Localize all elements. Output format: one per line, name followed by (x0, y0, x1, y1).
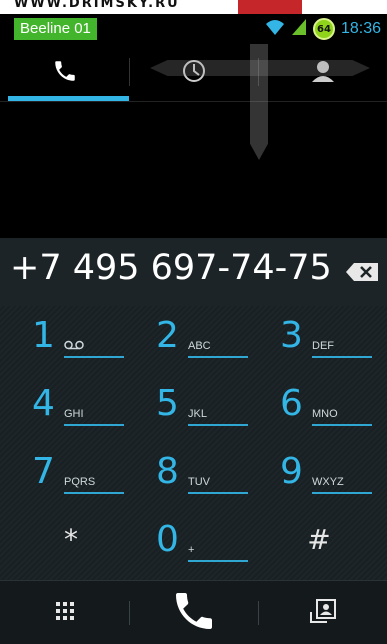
key-underline (312, 424, 372, 426)
key-underline (188, 424, 248, 426)
key-5[interactable]: 5 JKL (136, 374, 254, 438)
watermark-band: WWW.DRIMSKY.RU (0, 0, 387, 14)
key-letters: PQRS (64, 476, 96, 488)
watermark-text: WWW.DRIMSKY.RU (14, 0, 180, 11)
number-display: +7 495 697-74-75 (0, 238, 387, 306)
key-1[interactable]: 1 (12, 306, 130, 370)
key-2[interactable]: 2 ABC (136, 306, 254, 370)
dialpad-button[interactable] (0, 581, 129, 644)
key-letters: GHI (64, 408, 84, 420)
watermark-red-block (238, 0, 302, 14)
key-digit: 6 (280, 383, 303, 424)
key-hash[interactable]: # (260, 510, 378, 574)
key-star[interactable]: * (12, 510, 130, 574)
wifi-icon (265, 18, 285, 40)
add-contact-icon (309, 598, 337, 628)
key-underline (64, 424, 124, 426)
key-underline (188, 492, 248, 494)
watermark-cross-vertical (250, 44, 268, 160)
phone-call-icon (170, 587, 218, 639)
dial-keypad: 1 2 ABC 3 DEF 4 GHI 5 JKL 6 MNO 7 PQRS 8… (0, 306, 387, 580)
carrier-badge: Beeline 01 (14, 18, 97, 40)
key-digit: 4 (32, 383, 55, 424)
key-digit: 5 (156, 383, 179, 424)
tab-phone[interactable] (0, 44, 129, 101)
key-0[interactable]: 0 + (136, 510, 254, 574)
key-underline (188, 560, 248, 562)
dialed-number[interactable]: +7 495 697-74-75 (10, 248, 332, 288)
key-letters: TUV (188, 476, 210, 488)
action-bar (0, 580, 387, 644)
status-bar: Beeline 01 64 18:36 (0, 14, 387, 44)
dialpad-icon (55, 601, 75, 625)
key-digit: 2 (156, 315, 179, 356)
phone-icon (52, 58, 78, 88)
key-letters: JKL (188, 408, 207, 420)
key-digit: 3 (280, 315, 303, 356)
key-digit: 9 (280, 451, 303, 492)
key-letters: + (188, 544, 195, 556)
key-symbol: * (64, 523, 78, 556)
key-symbol: # (307, 523, 331, 556)
battery-icon: 64 (312, 18, 335, 40)
key-digit: 8 (156, 451, 179, 492)
call-button[interactable] (129, 581, 258, 644)
key-8[interactable]: 8 TUV (136, 442, 254, 506)
key-9[interactable]: 9 WXYZ (260, 442, 378, 506)
key-digit: 1 (32, 315, 55, 356)
key-6[interactable]: 6 MNO (260, 374, 378, 438)
key-4[interactable]: 4 GHI (12, 374, 130, 438)
key-letters: MNO (312, 408, 338, 420)
key-letters: WXYZ (312, 476, 344, 488)
backspace-icon[interactable] (345, 262, 379, 286)
key-underline (312, 356, 372, 358)
key-3[interactable]: 3 DEF (260, 306, 378, 370)
add-contact-button[interactable] (258, 581, 387, 644)
key-underline (64, 356, 124, 358)
status-icons: 64 18:36 (265, 18, 381, 40)
key-underline (64, 492, 124, 494)
key-digit: 0 (156, 519, 179, 560)
key-digit: 7 (32, 451, 55, 492)
voicemail-icon (64, 340, 84, 353)
key-underline (312, 492, 372, 494)
key-underline (188, 356, 248, 358)
key-letters: ABC (188, 340, 211, 352)
key-letters: DEF (312, 340, 334, 352)
key-7[interactable]: 7 PQRS (12, 442, 130, 506)
signal-icon (291, 18, 307, 40)
clock-time: 18:36 (340, 20, 381, 37)
